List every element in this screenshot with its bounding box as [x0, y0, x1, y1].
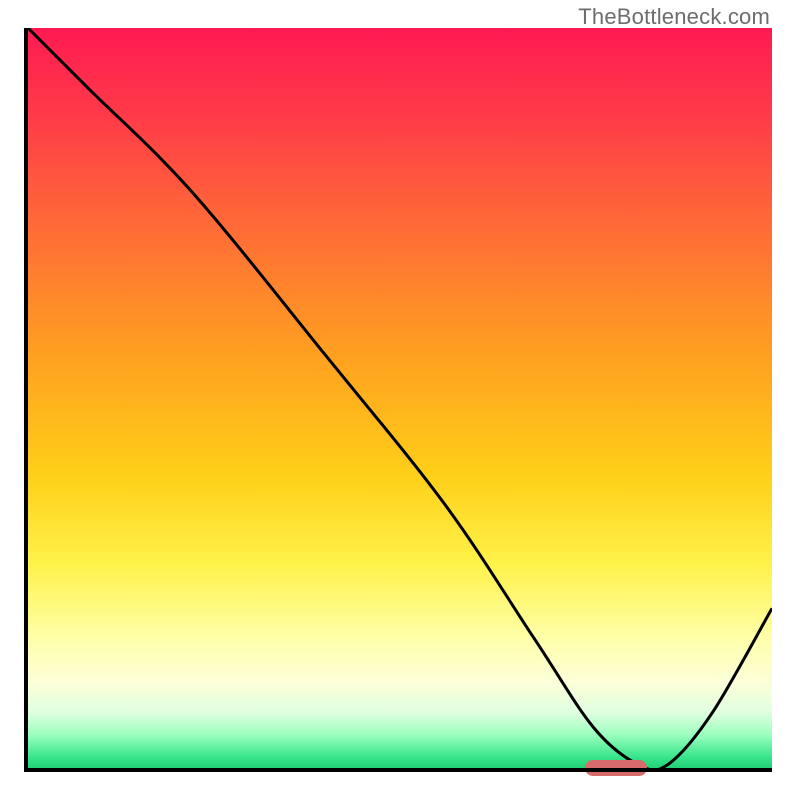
- y-axis: [24, 28, 28, 772]
- watermark-text: TheBottleneck.com: [578, 4, 770, 30]
- bottleneck-curve: [28, 28, 772, 772]
- x-axis: [28, 768, 772, 772]
- bottleneck-chart: TheBottleneck.com: [0, 0, 800, 800]
